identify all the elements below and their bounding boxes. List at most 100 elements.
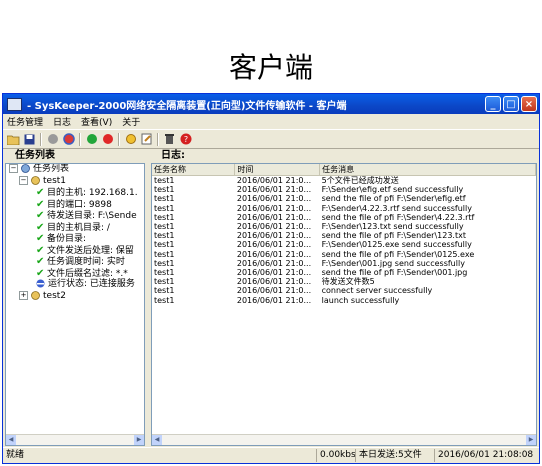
minimize-button[interactable]: _ xyxy=(485,96,501,112)
help-icon[interactable]: ? xyxy=(179,133,192,146)
task-list-header: 任务列表 xyxy=(15,150,55,161)
save-icon[interactable] xyxy=(23,133,36,146)
settings-icon[interactable] xyxy=(124,133,137,146)
pause-icon[interactable] xyxy=(62,133,75,146)
maximize-button[interactable]: □ xyxy=(503,96,519,112)
log-task-name: test1 xyxy=(154,222,175,232)
log-time: 2016/06/01 21:0... xyxy=(236,212,312,222)
task-tree[interactable]: − 任务列表 − test1 ✔ 目的主机: 192.168.1. ✔ 目的端口: 98… xyxy=(5,163,145,446)
horizontal-scrollbar[interactable]: ◀ ▶ xyxy=(152,434,536,445)
tree-task-test1[interactable]: − test1 xyxy=(6,175,144,188)
task-status[interactable]: 运行状态: 已连接服务 xyxy=(6,279,144,291)
log-list[interactable]: 任务名称 时间 任务消息 test1 2016/06/01 21:0... 5个文件… xyxy=(151,163,537,446)
log-task-name: test1 xyxy=(154,231,175,241)
toolbar-separator xyxy=(118,132,120,146)
status-speed: 0.00kbs xyxy=(316,449,356,462)
stop-icon[interactable] xyxy=(46,133,59,146)
log-time: 2016/06/01 21:0... xyxy=(236,203,312,213)
property-text: 备份目录: xyxy=(47,234,87,244)
menu-log[interactable]: 日志 xyxy=(53,115,71,128)
collapse-icon[interactable]: − xyxy=(19,175,28,185)
log-row[interactable]: test1 2016/06/01 21:0... launch successful… xyxy=(152,296,536,305)
task-property[interactable]: ✔ 备份目录: xyxy=(6,233,144,245)
window-title: - SysKeeper-2000网络安全隔离装置(正向型)文件传输软件 - 客户… xyxy=(27,100,347,112)
menu-task-management[interactable]: 任务管理 xyxy=(7,115,43,128)
log-time: 2016/06/01 21:0... xyxy=(236,286,312,296)
task-property[interactable]: ✔ 文件发送后处理: 保留 xyxy=(6,245,144,257)
status-datetime: 2016/06/01 21:08:08 xyxy=(434,449,539,462)
log-task-name: test1 xyxy=(154,295,175,305)
log-row[interactable]: test1 2016/06/01 21:0... connect server su… xyxy=(152,286,536,295)
log-row[interactable]: test1 2016/06/01 21:0... F:\Sender\4.22.3.… xyxy=(152,204,536,213)
expand-icon[interactable]: + xyxy=(19,290,28,300)
column-task-name[interactable]: 任务名称 xyxy=(152,164,236,176)
tree-task-test2[interactable]: + test2 xyxy=(6,290,144,303)
scroll-left-icon[interactable]: ◀ xyxy=(152,435,162,445)
horizontal-scrollbar[interactable]: ◀ ▶ xyxy=(6,434,144,445)
property-text: 任务调度时间: 实时 xyxy=(47,257,125,267)
menu-about[interactable]: 关于 xyxy=(122,115,140,128)
edit-icon[interactable] xyxy=(140,133,153,146)
property-text: 文件发送后处理: 保留 xyxy=(47,245,134,256)
log-row[interactable]: test1 2016/06/01 21:0... send the file of … xyxy=(152,231,536,240)
task-property[interactable]: ✔ 目的端口: 9898 xyxy=(6,199,144,211)
log-row[interactable]: test1 2016/06/01 21:0... send the file of … xyxy=(152,268,536,277)
log-time: 2016/06/01 21:0... xyxy=(236,194,312,204)
task-property[interactable]: ✔ 目的主机: 192.168.1. xyxy=(6,187,144,199)
collapse-icon[interactable]: − xyxy=(9,164,18,173)
task-list-pane: 任务列表 − 任务列表 − test1 ✔ 目的主机: 192.168.1. ✔ 目的端… xyxy=(5,149,145,446)
log-message: send the file of pfi F:\Sender\4.22.3.rt… xyxy=(321,212,475,222)
tree-root[interactable]: − 任务列表 xyxy=(6,164,144,176)
app-window: - SysKeeper-2000网络安全隔离装置(正向型)文件传输软件 - 客户… xyxy=(2,93,540,464)
column-message[interactable]: 任务消息 xyxy=(319,164,536,176)
menu-bar: 任务管理 日志 查看(V) 关于 xyxy=(3,114,539,129)
log-message: connect server successfully xyxy=(321,286,433,296)
stop-red-icon[interactable] xyxy=(101,133,114,146)
task-property[interactable]: ✔ 目的主机目录: / xyxy=(6,222,144,234)
log-row[interactable]: test1 2016/06/01 21:0... F:\Sender\0125.ex… xyxy=(152,240,536,249)
log-row[interactable]: test1 2016/06/01 21:0... send the file of … xyxy=(152,194,536,203)
app-icon xyxy=(7,97,22,111)
log-row[interactable]: test1 2016/06/01 21:0... 待发送文件数5 xyxy=(152,277,536,286)
check-icon: ✔ xyxy=(36,210,45,221)
log-row[interactable]: test1 2016/06/01 21:0... F:\Sender\123.txt… xyxy=(152,222,536,231)
status-sent: 本日发送:5文件 xyxy=(355,449,434,462)
log-message: F:\Sender\123.txt send successfully xyxy=(321,222,464,232)
check-icon: ✔ xyxy=(36,233,45,244)
log-pane: 日志: 任务名称 时间 任务消息 test1 2016/06/01 21:0...… xyxy=(151,149,537,446)
start-green-icon[interactable] xyxy=(85,133,98,146)
close-button[interactable]: × xyxy=(521,96,537,112)
title-bar[interactable]: - SysKeeper-2000网络安全隔离装置(正向型)文件传输软件 - 客户… xyxy=(3,94,539,114)
open-folder-icon[interactable] xyxy=(7,133,20,146)
log-message: F:\Sender\4.22.3.rtf send successfully xyxy=(321,203,472,213)
log-task-name: test1 xyxy=(154,185,175,195)
log-message: launch successfully xyxy=(321,295,400,305)
log-message: F:\Sender\001.jpg send successfully xyxy=(321,258,465,268)
svg-text:?: ? xyxy=(183,135,187,144)
log-task-name: test1 xyxy=(154,249,175,259)
task-property[interactable]: ✔ 文件后缀名过滤: *.* xyxy=(6,268,144,280)
log-time: 2016/06/01 21:0... xyxy=(236,268,312,278)
scroll-left-icon[interactable]: ◀ xyxy=(6,435,16,445)
log-row[interactable]: test1 2016/06/01 21:0... 5个文件已经成功发送 xyxy=(152,176,536,186)
log-task-name: test1 xyxy=(154,258,175,268)
task-icon xyxy=(31,175,40,185)
delete-icon[interactable] xyxy=(163,133,176,146)
log-row[interactable]: test1 2016/06/01 21:0... send the file of … xyxy=(152,250,536,259)
log-row[interactable]: test1 2016/06/01 21:0... send the file of … xyxy=(152,213,536,222)
column-time[interactable]: 时间 xyxy=(234,164,321,176)
scroll-right-icon[interactable]: ▶ xyxy=(134,435,144,445)
log-task-name: test1 xyxy=(154,176,175,185)
network-icon xyxy=(21,164,30,173)
property-text: 目的主机目录: / xyxy=(47,222,110,233)
task-property[interactable]: ✔ 待发送目录: F:\Sende xyxy=(6,210,144,222)
log-row[interactable]: test1 2016/06/01 21:0... F:\Sender\efig.et… xyxy=(152,185,536,194)
log-row[interactable]: test1 2016/06/01 21:0... F:\Sender\001.jpg… xyxy=(152,259,536,268)
log-task-name: test1 xyxy=(154,194,175,204)
task-property[interactable]: ✔ 任务调度时间: 实时 xyxy=(6,256,144,268)
menu-view[interactable]: 查看(V) xyxy=(81,115,112,128)
scroll-right-icon[interactable]: ▶ xyxy=(526,435,536,445)
log-time: 2016/06/01 21:0... xyxy=(236,258,312,268)
log-time: 2016/06/01 21:0... xyxy=(236,231,312,241)
log-task-name: test1 xyxy=(154,286,175,296)
